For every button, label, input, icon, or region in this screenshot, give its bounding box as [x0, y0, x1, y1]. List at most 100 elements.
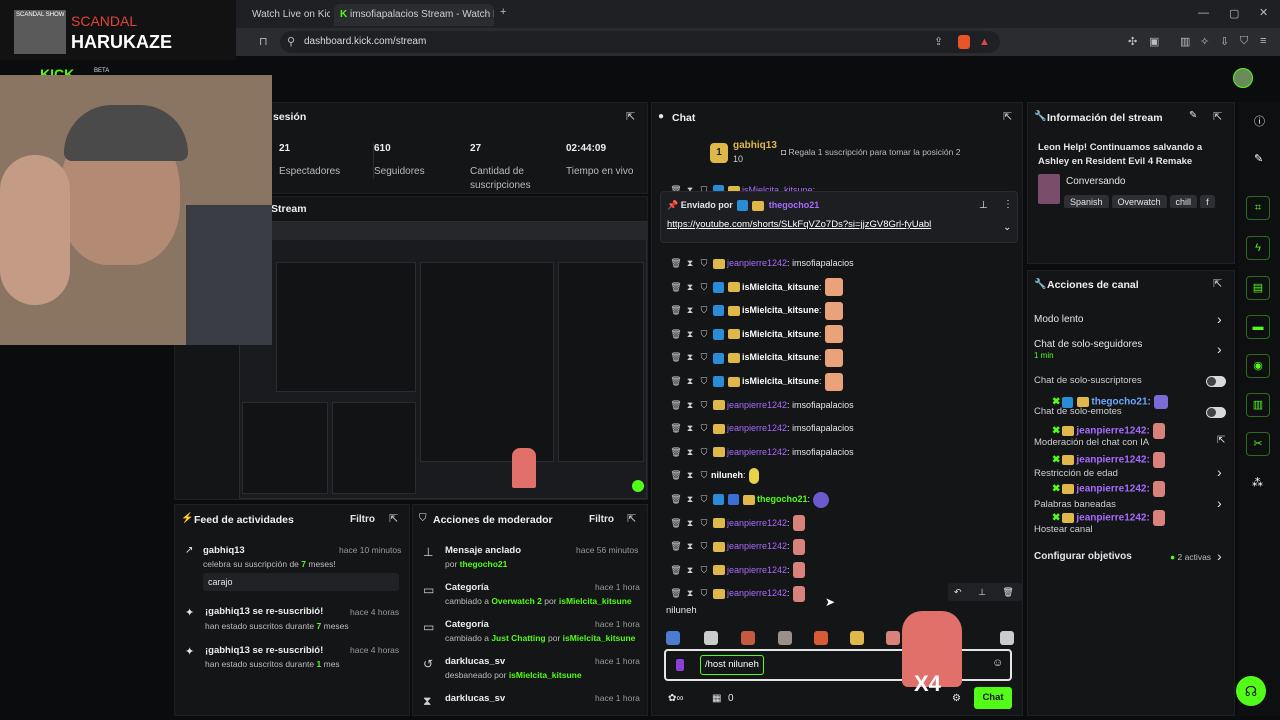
share-icon[interactable]: ⇪	[934, 31, 943, 53]
bookmark-icon[interactable]: ⊓	[259, 35, 268, 48]
chat-username[interactable]: jeanpierre1242	[727, 423, 787, 433]
ban-icon[interactable]: ⛉	[697, 371, 711, 391]
chat-message[interactable]: 🗑 ⧗ ⛉ jeanpierre1242:	[669, 583, 805, 603]
chat-message[interactable]: 🗑 ⧗ ⛉ jeanpierre1242: imsofiapalacios	[669, 253, 854, 273]
broadcast-icon[interactable]: ◉	[1246, 354, 1270, 378]
subs-only-item[interactable]: Chat de solo-suscriptores	[1034, 375, 1142, 386]
gifter-name[interactable]: gabhiq13	[733, 140, 777, 151]
expand-icon[interactable]: ⇱	[1213, 110, 1222, 123]
tag[interactable]: Spanish	[1064, 195, 1109, 208]
tag[interactable]: chill	[1169, 195, 1198, 208]
autocomplete-user[interactable]: niluneh	[666, 605, 697, 616]
expand-icon[interactable]: ⇱	[627, 512, 636, 525]
chat-message[interactable]: 🗑 ⧗ ⛉ niluneh:	[669, 465, 759, 485]
chat-username[interactable]: isMielcita_kitsune	[742, 282, 819, 292]
edit-icon[interactable]: ✎	[1189, 110, 1197, 121]
timeout-icon[interactable]: ⧗	[683, 536, 697, 556]
pinned-message[interactable]: 📌 Enviado por thegocho21 ⊥ ⋮ https://you…	[660, 191, 1018, 243]
ban-icon[interactable]: ⛉	[697, 465, 711, 485]
chevron-right-icon[interactable]: ›	[1217, 548, 1222, 564]
document-icon[interactable]: ▤	[1246, 276, 1270, 300]
delete-icon[interactable]: 🗑	[669, 347, 683, 367]
subs-only-toggle[interactable]	[1206, 376, 1226, 387]
chat-username[interactable]: jeanpierre1242	[727, 518, 787, 528]
chat-message[interactable]: 🗑 ⧗ ⛉ jeanpierre1242:	[669, 560, 805, 580]
chat-message[interactable]: 🗑 ⧗ ⛉ isMielcita_kitsune:	[669, 300, 843, 320]
chat-icon[interactable]: ▬	[1246, 315, 1270, 339]
avatar[interactable]	[1233, 68, 1253, 88]
ban-icon[interactable]: ⛉	[697, 395, 711, 415]
tab-watch-live[interactable]: Watch Live on Kick	[246, 4, 330, 26]
chat-username[interactable]: niluneh	[711, 470, 743, 480]
emote-icon[interactable]	[666, 631, 680, 645]
timeout-icon[interactable]: ⧗	[683, 465, 697, 485]
sidebar-toggle-icon[interactable]: ▥	[1180, 35, 1190, 48]
edit-icon[interactable]: ✎	[1254, 152, 1263, 165]
delete-icon[interactable]: 🗑	[669, 583, 683, 603]
reply-icon[interactable]: ↶	[954, 587, 962, 597]
chat-message[interactable]: 🗑 ⧗ ⛉ isMielcita_kitsune:	[669, 347, 843, 368]
expand-icon[interactable]: ⇱	[1213, 277, 1222, 290]
ban-icon[interactable]: ⛉	[697, 300, 711, 320]
leo-icon[interactable]: ✧	[1200, 35, 1209, 48]
ban-icon[interactable]: ⛉	[697, 324, 711, 344]
tag[interactable]: Overwatch	[1111, 195, 1167, 208]
chat-username[interactable]: isMielcita_kitsune	[742, 352, 819, 362]
settings-icon[interactable]: ⚙	[952, 693, 961, 704]
clip-icon[interactable]: ⌗	[1246, 196, 1270, 220]
chat-message[interactable]: 🗑 ⧗ ⛉ jeanpierre1242: imsofiapalacios	[669, 395, 854, 415]
timeout-icon[interactable]: ⧗	[683, 395, 697, 415]
activity-filter-button[interactable]: Filtro	[350, 514, 375, 525]
store-icon[interactable]: ▦	[712, 693, 721, 704]
timeout-icon[interactable]: ⧗	[683, 371, 697, 391]
emote-icon[interactable]	[741, 631, 755, 645]
delete-icon[interactable]: 🗑	[669, 324, 683, 344]
chat-username[interactable]: jeanpierre1242	[727, 588, 787, 598]
chat-username[interactable]: jeanpierre1242	[727, 565, 787, 575]
timeout-icon[interactable]: ⧗	[683, 418, 697, 438]
chat-username[interactable]: jeanpierre1242	[727, 541, 787, 551]
emote-icon[interactable]	[850, 631, 864, 645]
delete-icon[interactable]: 🗑	[669, 371, 683, 391]
delete-icon[interactable]: 🗑	[669, 536, 683, 556]
followers-only-item[interactable]: Chat de solo-seguidores	[1034, 339, 1142, 350]
emote-icon[interactable]	[814, 631, 828, 645]
ban-icon[interactable]: ⛉	[697, 583, 711, 603]
rewards-icon[interactable]: ▲	[979, 31, 990, 53]
community-icon[interactable]: ⁂	[1252, 476, 1263, 489]
timeout-icon[interactable]: ⧗	[683, 324, 697, 344]
points-icon[interactable]: ✿∞	[668, 693, 684, 704]
brave-shield-icon[interactable]	[958, 35, 970, 49]
chat-username[interactable]: jeanpierre1242	[727, 258, 787, 268]
delete-icon[interactable]: 🗑	[669, 253, 683, 273]
chat-username[interactable]: isMielcita_kitsune	[742, 329, 819, 339]
ban-icon[interactable]: ⛉	[697, 253, 711, 273]
url-field[interactable]: ⚲ dashboard.kick.com/stream ⇪ ▲	[280, 31, 1000, 53]
chat-message[interactable]: 🗑 ⧗ ⛉ isMielcita_kitsune:	[669, 371, 843, 391]
help-icon[interactable]: ☊	[1236, 676, 1266, 706]
ban-icon[interactable]: ⛉	[697, 489, 711, 509]
ban-icon[interactable]: ⛉	[697, 277, 711, 297]
close-window-icon[interactable]: ✕	[1259, 6, 1268, 19]
ban-icon[interactable]: ⛉	[697, 418, 711, 438]
timeout-icon[interactable]: ⧗	[683, 489, 697, 509]
lightning-icon[interactable]: ϟ	[1246, 236, 1270, 260]
delete-icon[interactable]: 🗑	[669, 277, 683, 297]
minimize-icon[interactable]: —	[1198, 7, 1209, 19]
pinned-link[interactable]: https://youtube.com/shorts/SLkFqVZo7Ds?s…	[667, 219, 931, 230]
vpn-icon[interactable]: ⛉	[1240, 35, 1248, 48]
chat-input-text[interactable]: /host niluneh	[700, 655, 764, 675]
chat-message[interactable]: 🗑 ⧗ ⛉ jeanpierre1242: imsofiapalacios	[669, 442, 854, 462]
expand-icon[interactable]: ⇱	[1003, 110, 1012, 123]
pin-message-icon[interactable]: ⊥	[978, 587, 986, 597]
timeout-icon[interactable]: ⧗	[683, 253, 697, 273]
timeout-icon[interactable]: ⧗	[683, 300, 697, 320]
delete-icon[interactable]: 🗑	[669, 395, 683, 415]
chat-message[interactable]: 🗑 ⧗ ⛉ isMielcita_kitsune:	[669, 277, 843, 297]
timeout-icon[interactable]: ⧗	[683, 583, 697, 603]
gift-cta[interactable]: ◘ Regala 1 suscripción para tomar la pos…	[781, 147, 960, 157]
stream-video[interactable]	[239, 221, 648, 499]
expand-icon[interactable]: ⇱	[626, 110, 635, 123]
ban-icon[interactable]: ⛉	[697, 560, 711, 580]
delete-icon[interactable]: 🗑	[669, 513, 683, 533]
